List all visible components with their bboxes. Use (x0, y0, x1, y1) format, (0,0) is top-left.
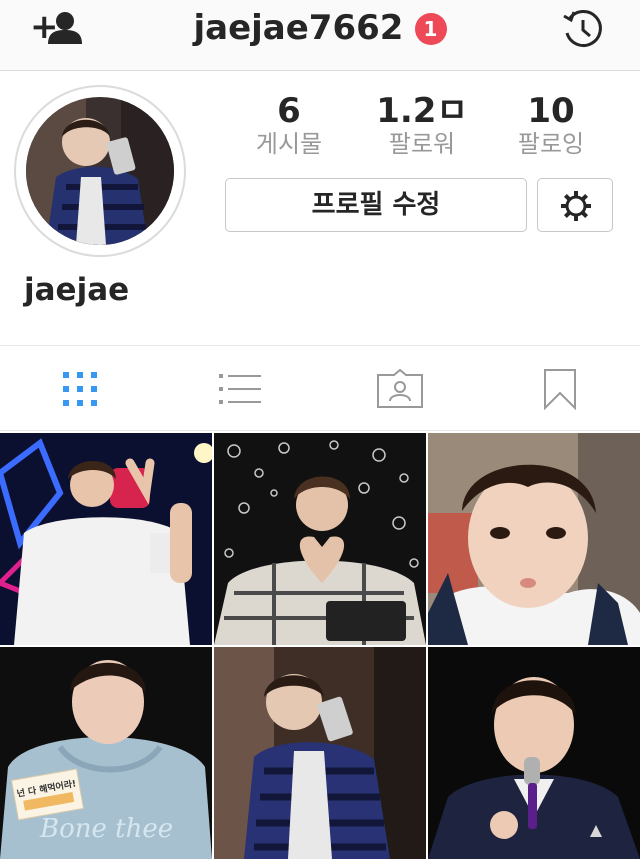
list-icon (219, 374, 261, 404)
followers-count: 1.2ㅁ (376, 91, 468, 131)
post-thumbnail[interactable] (428, 647, 640, 859)
profile-avatar-ring[interactable] (14, 85, 186, 257)
bookmark-icon (544, 369, 576, 410)
svg-text:Bone thee: Bone thee (39, 814, 173, 844)
tab-list[interactable] (160, 346, 320, 432)
post-thumbnail[interactable] (214, 433, 426, 645)
tagged-icon (377, 369, 423, 408)
tab-saved[interactable] (480, 346, 640, 432)
stat-posts[interactable]: 6 게시물 (229, 92, 349, 158)
post-image (214, 647, 426, 859)
post-image (428, 433, 640, 645)
avatar-photo (26, 97, 174, 245)
post-image: Bone thee 넌 다 해먹어라! (0, 647, 212, 859)
post-thumbnail[interactable] (428, 433, 640, 645)
top-navigation-bar: + jaejae7662 1 (0, 0, 640, 71)
stat-followers[interactable]: 1.2ㅁ 팔로워 (362, 92, 482, 158)
notification-badge[interactable]: 1 (414, 13, 447, 45)
post-grid: Bone thee 넌 다 해먹어라! (0, 433, 640, 859)
edit-profile-button[interactable]: 프로필 수정 (225, 178, 527, 232)
post-image (428, 647, 640, 859)
post-image (0, 433, 212, 645)
following-label: 팔로잉 (517, 130, 585, 158)
tab-tagged[interactable] (320, 346, 480, 432)
following-count: 10 (527, 91, 575, 131)
followers-label: 팔로워 (388, 130, 456, 158)
username[interactable]: jaejae7662 (193, 0, 403, 56)
avatar[interactable] (26, 97, 174, 245)
posts-count: 6 (277, 91, 301, 131)
post-thumbnail[interactable]: Bone thee 넌 다 해먹어라! (0, 647, 212, 859)
history-icon[interactable] (560, 6, 606, 52)
tab-grid[interactable] (0, 346, 160, 432)
post-thumbnail[interactable] (214, 647, 426, 859)
settings-button[interactable] (537, 178, 613, 232)
profile-display-name: jaejae (24, 272, 130, 308)
gear-icon (561, 191, 591, 221)
posts-label: 게시물 (255, 130, 323, 158)
post-image (214, 433, 426, 645)
profile-tab-bar (0, 345, 640, 431)
stat-following[interactable]: 10 팔로잉 (491, 92, 611, 158)
grid-icon (63, 372, 97, 406)
post-thumbnail[interactable] (0, 433, 212, 645)
username-header[interactable]: jaejae7662 1 (0, 0, 640, 56)
